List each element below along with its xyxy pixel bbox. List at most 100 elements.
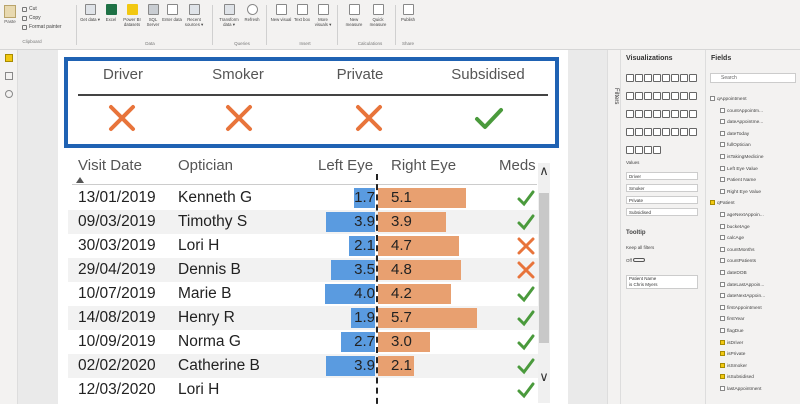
chevron-down-icon[interactable]: ∨ [538,369,550,385]
field-item[interactable]: firstYear [720,316,744,322]
field-item[interactable]: lastAppointment [720,386,761,392]
enter-data-button[interactable]: Enter data [161,4,183,22]
chevron-up-icon[interactable]: ∧ [538,163,550,179]
field-item[interactable]: Right Eye Value [720,188,761,195]
field-checkbox[interactable] [720,339,725,345]
field-item[interactable]: calcAge [720,235,744,241]
visual-type-icon[interactable] [626,128,634,136]
visual-type-icon[interactable] [635,110,643,118]
visual-type-icon[interactable] [626,146,634,154]
visual-type-icon[interactable] [635,128,643,136]
data-view-icon[interactable] [5,72,13,80]
field-item[interactable]: countAppointm... [720,107,763,114]
column-header-optician[interactable]: Optician [178,157,233,174]
table-row[interactable]: 13/01/2019 Kenneth G 1.7 5.1 [68,186,548,210]
visual-type-icon[interactable] [662,110,670,118]
visual-type-icon[interactable] [689,74,697,82]
visual-type-icon[interactable] [644,92,652,100]
visual-type-icon[interactable] [626,92,634,100]
visual-type-icon[interactable] [662,92,670,100]
visual-type-icon[interactable] [635,74,643,82]
visual-type-icon[interactable] [644,128,652,136]
field-item[interactable]: countPatients [720,258,756,264]
table-row[interactable]: 30/03/2019 Lori H 2.1 4.7 [68,234,548,258]
visual-type-icon[interactable] [626,74,634,82]
cut-button[interactable]: Cut [22,6,37,12]
table-row[interactable]: 10/09/2019 Norma G 2.7 3.0 [68,330,548,354]
field-item[interactable]: countMonths [720,246,754,253]
visual-type-icon[interactable] [689,110,697,118]
visual-type-icon[interactable] [653,74,661,82]
keep-filters-toggle[interactable]: Off [626,258,646,263]
column-header-right-eye[interactable]: Right Eye [391,157,456,174]
drillthrough-filter[interactable]: Patient Name is Chris Myers [626,275,698,289]
table-scrollbar[interactable]: ∧ ∨ [538,163,550,403]
field-checkbox[interactable] [720,188,725,194]
field-checkbox[interactable] [720,386,725,391]
visual-type-icon[interactable] [653,146,661,154]
table-row[interactable]: 10/07/2019 Marie B 4.0 4.2 [68,282,548,306]
visual-type-icon[interactable] [653,110,661,118]
visual-type-icon[interactable] [680,110,688,118]
column-header-meds[interactable]: Meds [499,157,536,174]
visual-type-icon[interactable] [653,92,661,100]
field-item[interactable]: Left Eye Value [720,165,758,172]
field-checkbox[interactable] [720,154,725,159]
visual-type-icon[interactable] [671,110,679,118]
visual-type-icon[interactable] [680,74,688,82]
sort-ascending-icon[interactable] [76,177,84,183]
column-header-left-eye[interactable]: Left Eye [318,157,373,174]
visual-type-icon[interactable] [635,146,643,154]
field-item[interactable]: isDriver [720,339,743,346]
more-visuals-button[interactable]: More visuals ▾ [312,4,334,27]
publish-button[interactable]: Publish [397,4,419,22]
visual-type-icon[interactable] [662,74,670,82]
table-row[interactable]: 29/04/2019 Dennis B 3.5 4.8 [68,258,548,282]
field-checkbox[interactable] [720,223,725,229]
field-checkbox[interactable] [720,328,725,333]
visual-type-icon[interactable] [662,128,670,136]
recent-sources-button[interactable]: Recent sources ▾ [183,4,205,27]
field-item[interactable]: isSmoker [720,362,747,369]
field-checkbox[interactable] [720,119,725,125]
paste-button[interactable]: Paste [2,3,18,33]
field-item[interactable]: dateDOB [720,270,747,276]
power-bi-datasets-button[interactable]: Power BI datasets [121,4,143,27]
field-item[interactable]: dateAppointme... [720,119,763,125]
field-well-smoker[interactable]: Smoker [626,184,698,192]
visual-type-icon[interactable] [680,128,688,136]
model-view-icon[interactable] [5,90,13,98]
field-item[interactable]: isPrivate [720,351,745,357]
field-well-subsidised[interactable]: Subsidised [626,208,698,216]
field-checkbox[interactable] [720,258,725,264]
field-checkbox[interactable] [720,270,725,275]
new-measure-button[interactable]: New measure [343,4,365,27]
field-checkbox[interactable] [720,165,725,171]
field-checkbox[interactable] [710,200,715,206]
scrollbar-thumb[interactable] [539,193,549,343]
field-checkbox[interactable] [720,246,725,252]
toggle-switch[interactable] [633,258,646,262]
field-checkbox[interactable] [720,362,725,368]
field-item[interactable]: Patient Name [720,177,756,183]
field-item[interactable]: dateLastAppoin... [720,281,764,288]
text-box-button[interactable]: Text box [291,4,313,22]
field-checkbox[interactable] [710,96,715,101]
get-data-button[interactable]: Get data ▾ [79,4,101,22]
field-checkbox[interactable] [720,304,725,310]
field-checkbox[interactable] [720,374,725,380]
field-item[interactable]: bucketAge [720,223,750,230]
field-item[interactable]: flagDue [720,328,744,334]
format-painter-button[interactable]: Format painter [22,24,62,30]
field-item[interactable]: dateToday [720,130,749,137]
excel-button[interactable]: Excel [100,4,122,22]
field-checkbox[interactable] [720,142,725,148]
field-checkbox[interactable] [720,212,725,217]
visual-type-icon[interactable] [644,146,652,154]
field-checkbox[interactable] [720,316,725,322]
field-item[interactable]: fullOptician [720,142,751,148]
refresh-button[interactable]: Refresh [241,4,263,22]
field-checkbox[interactable] [720,235,725,241]
appointments-table[interactable]: Visit Date Optician Left Eye Right Eye M… [68,148,560,404]
table-row[interactable]: 14/08/2019 Henry R 1.9 5.7 [68,306,548,330]
